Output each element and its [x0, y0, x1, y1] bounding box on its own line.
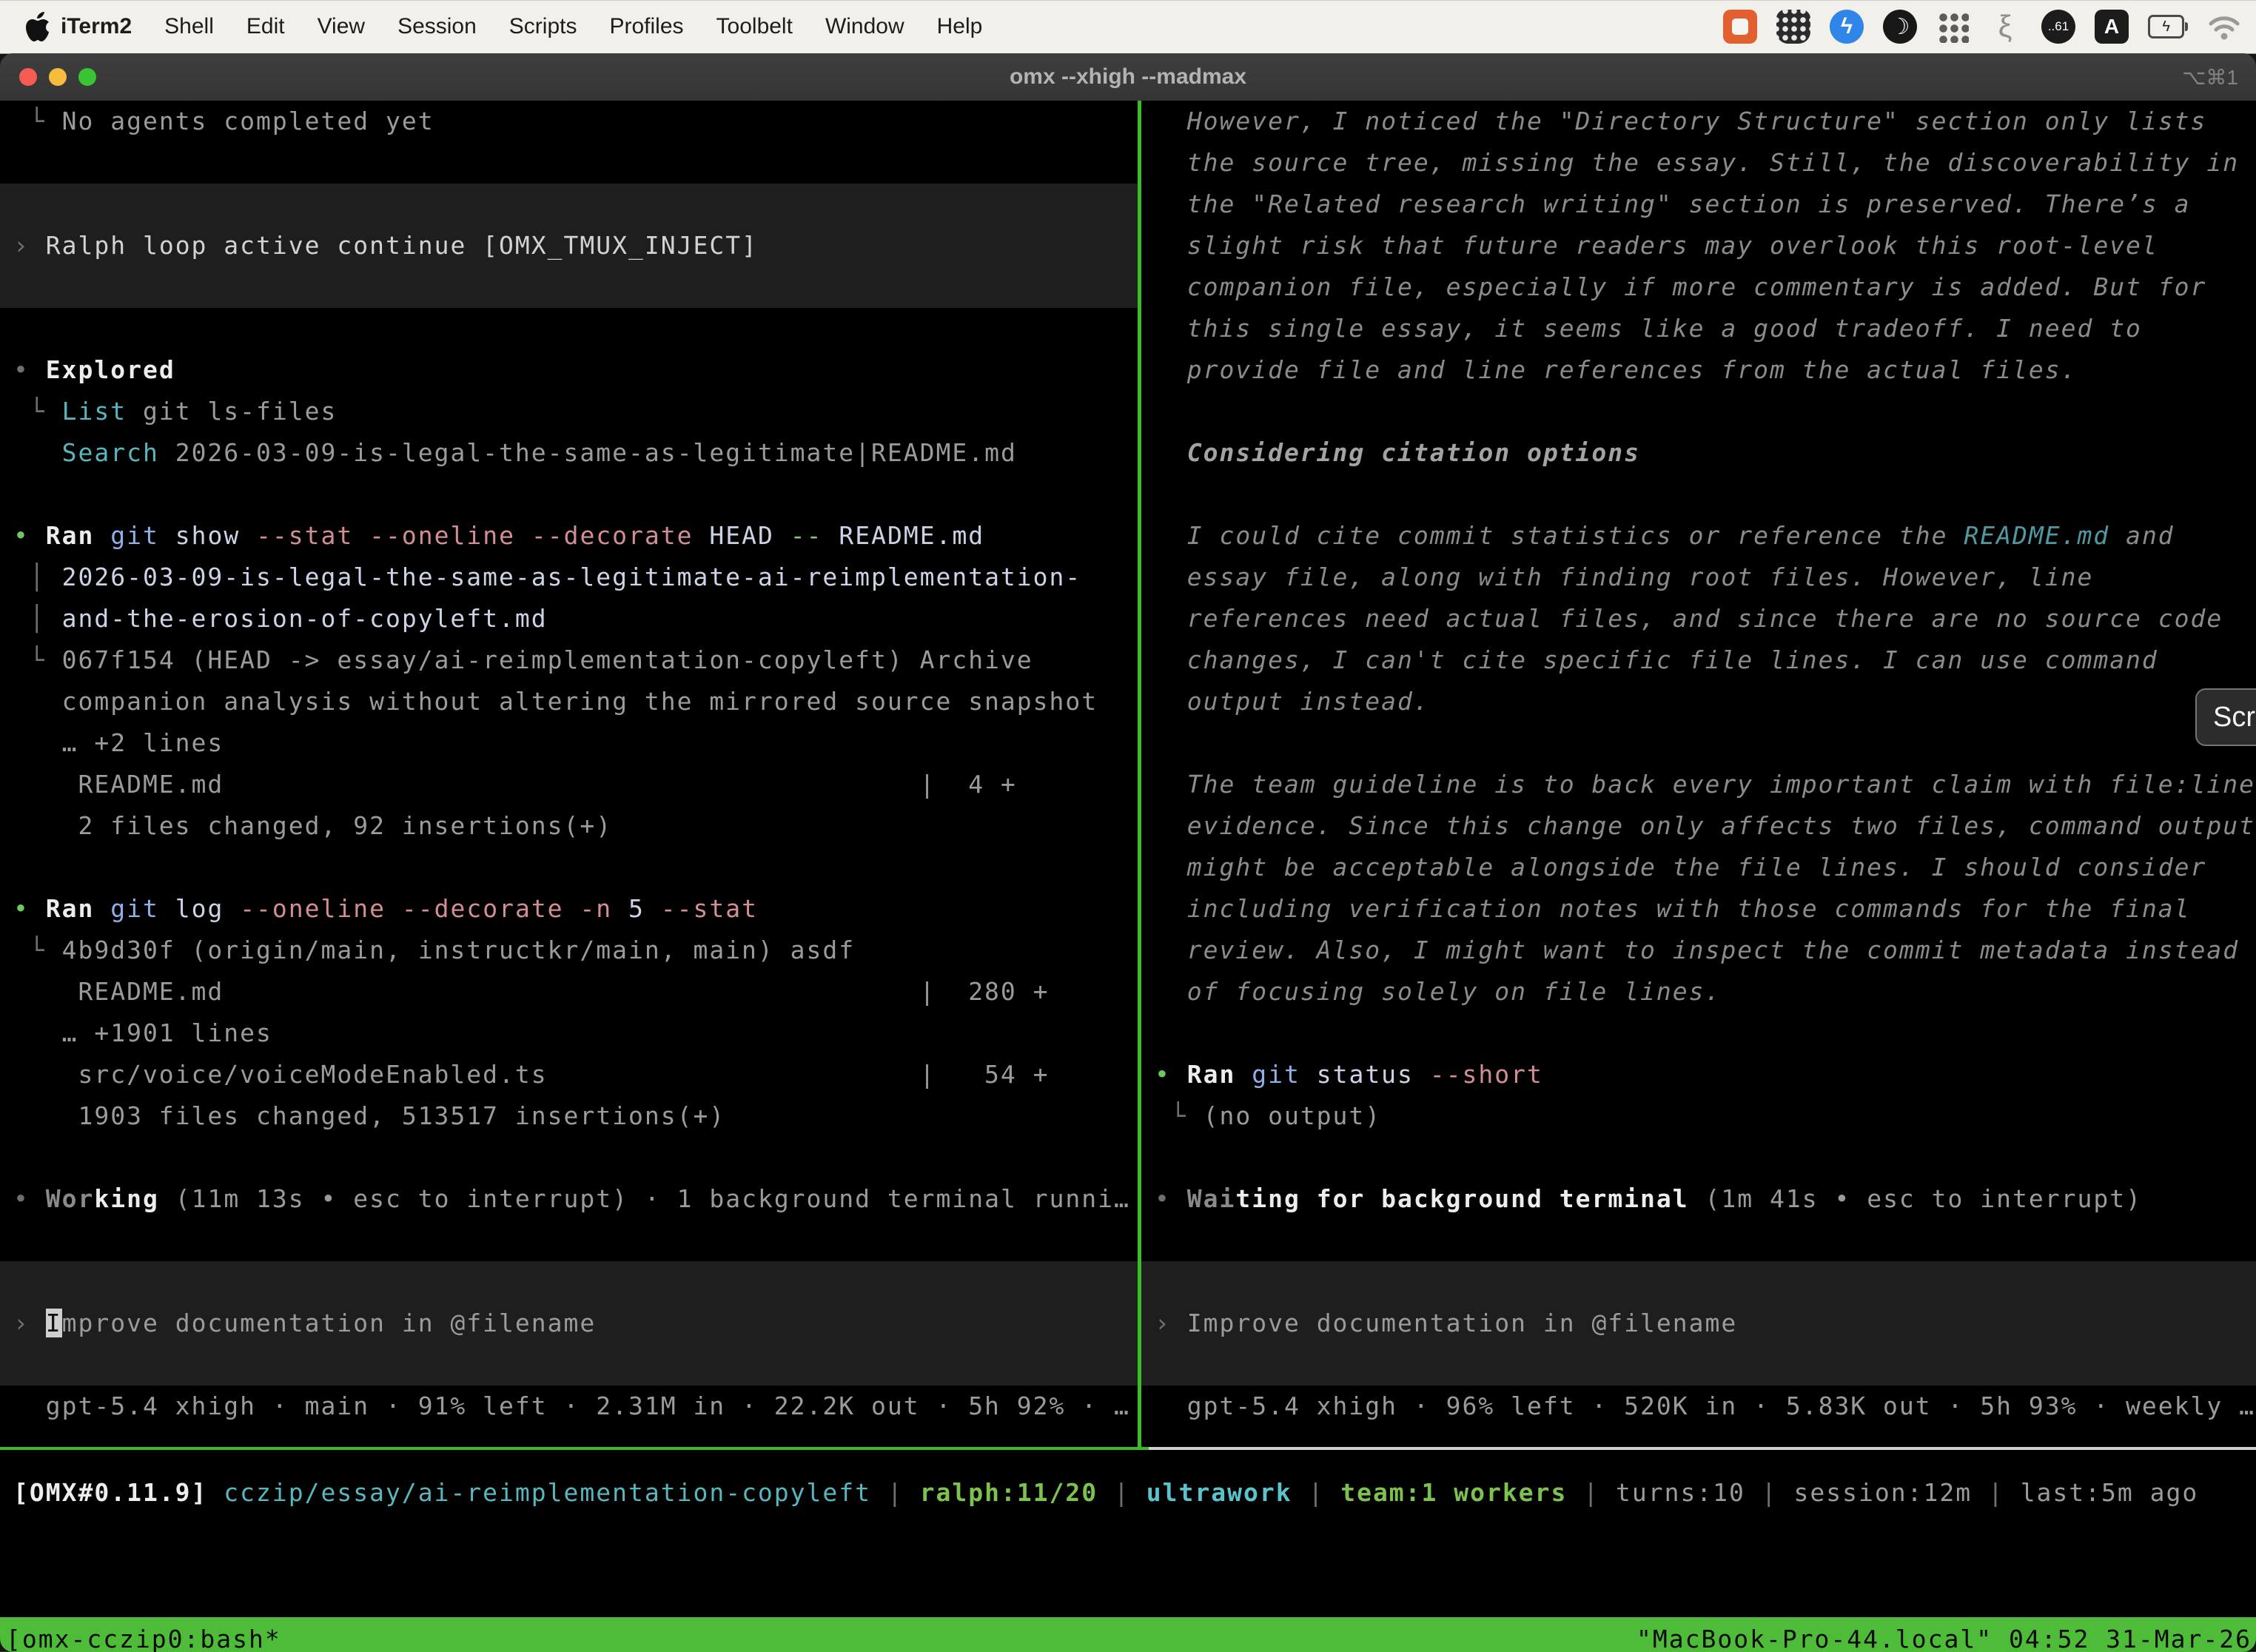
- terminal-line: README.md | 280 +: [0, 971, 1138, 1013]
- prompt-input[interactable]: › Improve documentation in @filename: [1141, 1261, 2256, 1386]
- terminal-line: └ (no output): [1141, 1095, 2256, 1137]
- menu-item-shell[interactable]: Shell: [164, 14, 214, 39]
- blank-line: [1141, 1220, 2256, 1261]
- terminal-line: changes, I can't cite specific file line…: [1141, 639, 2256, 681]
- terminal-line: slight risk that future readers may over…: [1141, 225, 2256, 266]
- menu-bar: iTerm2 Shell Edit View Session Scripts Profile…: [0, 0, 2256, 53]
- menu-item-edit[interactable]: Edit: [246, 14, 285, 39]
- explored-list: └ List git ls-files: [0, 391, 1138, 432]
- terminal-line: of focusing solely on file lines.: [1141, 971, 2256, 1013]
- tmux-session-window[interactable]: [omx-cczip0:bash*: [6, 1617, 281, 1652]
- window-title: omx --xhigh --madmax: [1010, 64, 1246, 90]
- omx-status-line: [OMX#0.11.9] cczip/essay/ai-reimplementa…: [0, 1472, 2256, 1514]
- terminal-line: might be acceptable alongside the file l…: [1141, 847, 2256, 888]
- screen-toast[interactable]: Scre: [2195, 688, 2256, 746]
- omx-status-pane: [OMX#0.11.9] cczip/essay/ai-reimplementa…: [0, 1450, 2256, 1617]
- terminal-line: companion file, especially if more comme…: [1141, 266, 2256, 308]
- menu-item-profiles[interactable]: Profiles: [609, 14, 683, 39]
- terminal-line: However, I noticed the "Directory Struct…: [1141, 101, 2256, 142]
- battery-icon[interactable]: ϟ: [2148, 10, 2188, 44]
- agents-status-line: └ No agents completed yet: [0, 101, 1138, 142]
- apple-icon[interactable]: [25, 12, 50, 41]
- injected-prompt[interactable]: › Ralph loop active continue [OMX_TMUX_I…: [0, 184, 1138, 308]
- status-icons: ϟ ☽ ξ ..61 Aϟ: [1723, 10, 2241, 44]
- right-terminal-pane[interactable]: However, I noticed the "Directory Struct…: [1141, 101, 2256, 1447]
- blank-line: [0, 142, 1138, 184]
- terminal-line: the "Related research writing" section i…: [1141, 184, 2256, 225]
- left-terminal-pane[interactable]: └ No agents completed yet › Ralph loop ac…: [0, 101, 1138, 1447]
- close-button[interactable]: [19, 68, 37, 86]
- blank-line: [0, 847, 1138, 888]
- menu-items: iTerm2 Shell Edit View Session Scripts Profile…: [61, 14, 982, 39]
- terminal-line: └ 067f154 (HEAD -> essay/ai-reimplementa…: [0, 639, 1138, 681]
- menu-item-toolbelt[interactable]: Toolbelt: [716, 14, 793, 39]
- ran-git-log: • Ran git log --oneline --decorate -n 5 …: [0, 888, 1138, 930]
- a-key-icon[interactable]: A: [2095, 10, 2129, 44]
- blank-line: [0, 1137, 1138, 1178]
- blank-line: [1141, 391, 2256, 432]
- ran-git-show: • Ran git show --stat --oneline --decora…: [0, 515, 1138, 557]
- blank-line: [0, 1220, 1138, 1261]
- menu-item-help[interactable]: Help: [937, 14, 983, 39]
- squiggle-icon[interactable]: ξ: [1988, 10, 2022, 44]
- shield-grid-icon[interactable]: [1776, 10, 1810, 44]
- explored-header: • Explored: [0, 349, 1138, 391]
- blank-line: [0, 308, 1138, 349]
- chat-bubble-icon[interactable]: [1723, 10, 1757, 44]
- terminal-line: including verification notes with those …: [1141, 888, 2256, 930]
- tmux-host-clock: "MacBook-Pro-44.local" 04:52 31-Mar-26: [1636, 1617, 2252, 1652]
- thinking-heading: Considering citation options: [1141, 432, 2256, 474]
- window-shortcut-badge: ⌥⌘1: [2182, 65, 2238, 90]
- terminal-line: companion analysis without altering the …: [0, 681, 1138, 722]
- menu-item-view[interactable]: View: [318, 14, 365, 39]
- terminal-line: the source tree, missing the essay. Stil…: [1141, 142, 2256, 184]
- menu-item-session[interactable]: Session: [397, 14, 477, 39]
- explored-search: Search 2026-03-09-is-legal-the-same-as-l…: [0, 432, 1138, 474]
- blank-line: [1141, 1137, 2256, 1178]
- blank-line: [1141, 474, 2256, 515]
- title-bar[interactable]: omx --xhigh --madmax ⌥⌘1: [0, 53, 2256, 101]
- terminal-line: 1903 files changed, 513517 insertions(+): [0, 1095, 1138, 1137]
- waiting-status-line: • Waiting for background terminal (1m 41…: [1141, 1178, 2256, 1220]
- terminal-line: evidence. Since this change only affects…: [1141, 805, 2256, 847]
- terminal-line: I could cite commit statistics or refere…: [1141, 515, 2256, 557]
- menu-item-scripts[interactable]: Scripts: [509, 14, 577, 39]
- menu-item-iterm2[interactable]: iTerm2: [61, 14, 132, 39]
- terminal-line: review. Also, I might want to inspect th…: [1141, 930, 2256, 971]
- terminal-line: README.md | 4 +: [0, 764, 1138, 805]
- terminal-line: this single essay, it seems like a good …: [1141, 308, 2256, 349]
- terminal-line: … +1901 lines: [0, 1013, 1138, 1054]
- terminal-line: └ 4b9d30f (origin/main, instructkr/main,…: [0, 930, 1138, 971]
- terminal-line: 2 files changed, 92 insertions(+): [0, 805, 1138, 847]
- terminal-line: essay file, along with finding root file…: [1141, 557, 2256, 598]
- wifi-icon[interactable]: [2207, 10, 2241, 44]
- terminal-line: src/voice/voiceModeEnabled.ts | 54 +: [0, 1054, 1138, 1095]
- dots-grid-icon[interactable]: [1936, 10, 1969, 43]
- terminal-line: provide file and line references from th…: [1141, 349, 2256, 391]
- screen-toast-label: Scre: [2213, 702, 2256, 733]
- terminal-line: output instead.: [1141, 681, 2256, 722]
- prompt-input[interactable]: › Improve documentation in @filename: [0, 1261, 1138, 1386]
- terminal-line: … +2 lines: [0, 722, 1138, 764]
- ran-git-status: • Ran git status --short: [1141, 1054, 2256, 1095]
- terminal-line: The team guideline is to back every impo…: [1141, 764, 2256, 805]
- zoom-button[interactable]: [78, 68, 96, 86]
- iterm-window: omx --xhigh --madmax ⌥⌘1 └ No agents com…: [0, 53, 2256, 1652]
- model-status-line: gpt-5.4 xhigh · 96% left · 520K in · 5.8…: [1141, 1386, 2256, 1427]
- menu-item-window[interactable]: Window: [825, 14, 904, 39]
- count-badge-icon[interactable]: ..61: [2041, 10, 2075, 44]
- badge-zigzag-icon[interactable]: ϟ: [1830, 10, 1864, 44]
- blank-line: [1141, 1013, 2256, 1054]
- blank-line: [1141, 722, 2256, 764]
- blank-line: [0, 474, 1138, 515]
- tmux-status-bar: [omx-cczip0:bash* "MacBook-Pro-44.local"…: [0, 1617, 2256, 1652]
- crescent-icon[interactable]: ☽: [1883, 10, 1917, 44]
- working-status-line: • Working (11m 13s • esc to interrupt) ·…: [0, 1178, 1138, 1220]
- terminal-line: │ and-the-erosion-of-copyleft.md: [0, 598, 1138, 639]
- terminal-line: │ 2026-03-09-is-legal-the-same-as-legiti…: [0, 557, 1138, 598]
- model-status-line: gpt-5.4 xhigh · main · 91% left · 2.31M …: [0, 1386, 1138, 1427]
- minimize-button[interactable]: [49, 68, 67, 86]
- terminal-line: references need actual files, and since …: [1141, 598, 2256, 639]
